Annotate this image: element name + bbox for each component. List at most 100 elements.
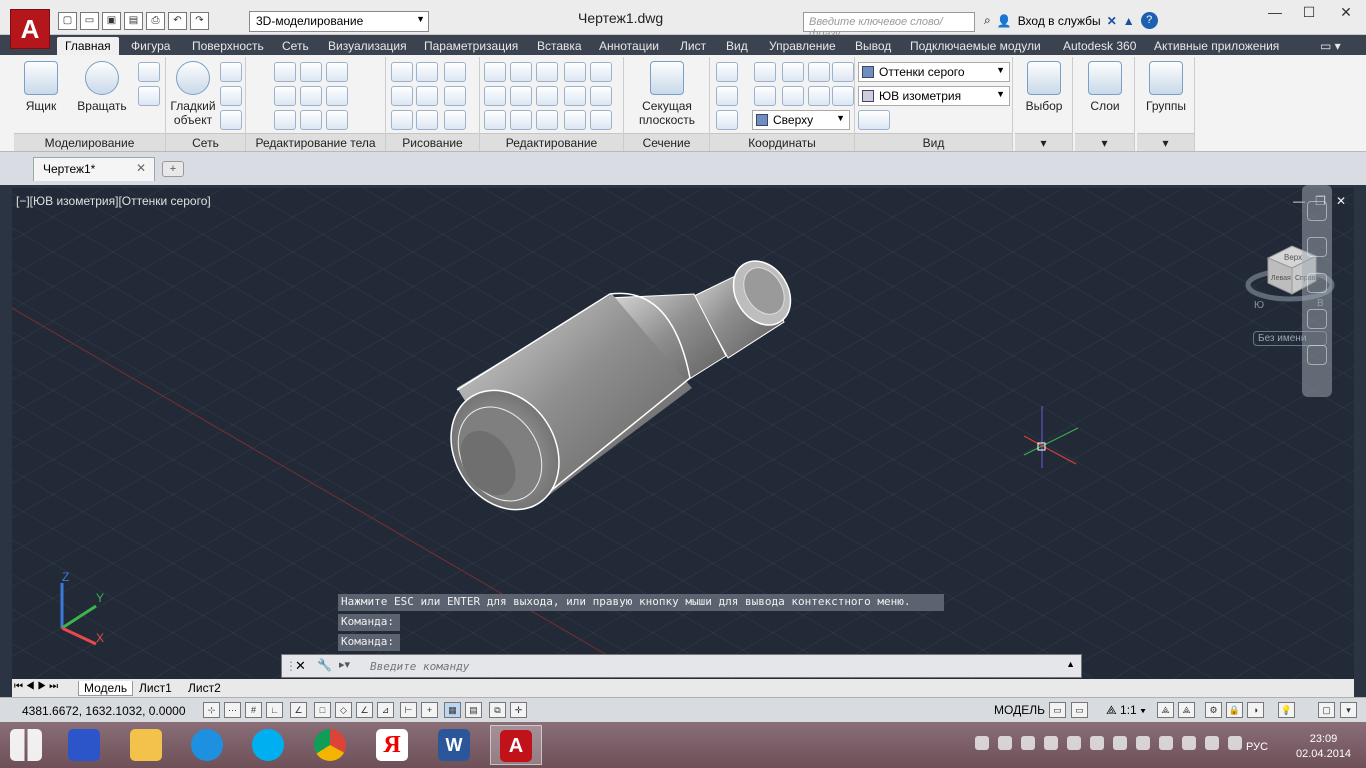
workspace-switch-icon[interactable]: ⚙: [1205, 702, 1222, 718]
layout-tab-model[interactable]: Модель: [78, 681, 134, 696]
3d-align-icon[interactable]: [484, 86, 506, 106]
tab-home[interactable]: Главная: [57, 37, 119, 55]
intersect-icon[interactable]: [274, 110, 296, 130]
taskbar-app-notepad[interactable]: [58, 725, 110, 765]
print-icon[interactable]: ⎙: [146, 12, 165, 30]
command-prompt-icon[interactable]: ▸▾: [339, 658, 350, 671]
annotation-scale[interactable]: ⟁ 1:1 ▾: [1106, 703, 1146, 718]
rotate-icon[interactable]: [536, 86, 558, 106]
connect-icon[interactable]: ▲: [1123, 14, 1135, 28]
tab-autodesk360[interactable]: Autodesk 360: [1055, 37, 1144, 55]
ucs-origin-icon[interactable]: [782, 62, 804, 82]
array-icon[interactable]: [590, 110, 612, 130]
tab-manage[interactable]: Управление: [761, 37, 844, 55]
tab-annotate[interactable]: Аннотации: [591, 37, 667, 55]
trim-icon[interactable]: [484, 62, 506, 82]
close-icon[interactable]: ✕: [295, 658, 306, 674]
tab-featured-apps[interactable]: Активные приложения: [1146, 37, 1287, 55]
ellipse-icon[interactable]: [444, 110, 466, 130]
osnap-icon[interactable]: □: [314, 702, 331, 718]
ucs-previous-icon[interactable]: [754, 86, 776, 106]
coordinates-readout[interactable]: 4381.6672, 1632.1032, 0.0000: [22, 704, 186, 718]
3dosnap-icon[interactable]: ◇: [335, 702, 352, 718]
ribbon-options-icon[interactable]: ▭ ▾: [1312, 37, 1349, 55]
ucs-world-icon[interactable]: [754, 62, 776, 82]
help-icon[interactable]: ?: [1140, 12, 1158, 29]
auto-scale-icon[interactable]: ⟁: [1178, 702, 1195, 718]
zoom-icon[interactable]: [1307, 273, 1327, 293]
quick-view-drawings-icon[interactable]: ▭: [1071, 702, 1088, 718]
tab-plugins[interactable]: Подключаемые модули: [902, 37, 1049, 55]
taskbar-app-yandex[interactable]: Я: [366, 725, 418, 765]
tab-parametric[interactable]: Параметризация: [416, 37, 526, 55]
signin-button[interactable]: Вход в службы: [1018, 14, 1101, 28]
ucs-icon[interactable]: [716, 62, 738, 82]
shell-icon[interactable]: [326, 110, 348, 130]
offset-icon[interactable]: [590, 86, 612, 106]
mesh-smooth-icon[interactable]: [220, 110, 242, 130]
volume-icon[interactable]: [1228, 736, 1242, 750]
language-indicator[interactable]: РУС: [1246, 741, 1268, 753]
ucs-z-icon[interactable]: [832, 86, 854, 106]
panel-label-draw[interactable]: Рисование: [386, 133, 479, 151]
search-input[interactable]: Введите ключевое слово/фразу: [803, 12, 975, 40]
polygon-icon[interactable]: [391, 110, 413, 130]
tray-app-icon[interactable]: [998, 736, 1012, 750]
union-icon[interactable]: [274, 62, 296, 82]
open-file-icon[interactable]: ▭: [80, 12, 99, 30]
snap-icon[interactable]: ⋯: [224, 702, 241, 718]
flag-icon[interactable]: [1113, 736, 1127, 750]
smooth-object-button[interactable]: Гладкий объект: [168, 61, 218, 127]
command-history-expand-icon[interactable]: ▲: [1066, 659, 1075, 669]
annotation-visibility-icon[interactable]: ⟁: [1157, 702, 1174, 718]
selection-button[interactable]: Выбор: [1017, 61, 1071, 113]
subtract-icon[interactable]: [274, 86, 296, 106]
grid-icon[interactable]: #: [245, 702, 262, 718]
mesh-refine-icon[interactable]: [220, 62, 242, 82]
taskbar-app-word[interactable]: W: [428, 725, 480, 765]
ucs-x-icon[interactable]: [782, 86, 804, 106]
fillet-icon[interactable]: [564, 62, 586, 82]
battery-icon[interactable]: [1136, 736, 1150, 750]
3d-rotate-icon[interactable]: [510, 62, 532, 82]
save-icon[interactable]: ▣: [102, 12, 121, 30]
line-icon[interactable]: [391, 62, 413, 82]
steering-wheel-icon[interactable]: [1307, 201, 1327, 221]
showmotion-icon[interactable]: [1307, 345, 1327, 365]
presspull-icon[interactable]: [138, 86, 160, 106]
visual-style-dropdown[interactable]: Оттенки серого ▼: [858, 62, 1010, 82]
orbit-icon[interactable]: [1307, 309, 1327, 329]
taskbar-app-ie[interactable]: [181, 725, 233, 765]
stretch-icon[interactable]: [564, 110, 586, 130]
dyn-icon[interactable]: ⊢: [400, 702, 417, 718]
tray-app-icon[interactable]: [1021, 736, 1035, 750]
network-icon[interactable]: [1182, 736, 1196, 750]
ducs-icon[interactable]: ⊿: [377, 702, 394, 718]
tray-app-icon[interactable]: [1205, 736, 1219, 750]
circle-icon[interactable]: [444, 86, 466, 106]
section-plane-button[interactable]: Секущая плоскость: [634, 61, 700, 127]
minimize-button[interactable]: —: [1258, 0, 1292, 26]
gizmo-icon[interactable]: ✛: [510, 702, 527, 718]
tab-layout[interactable]: Лист: [672, 37, 714, 55]
close-tab-icon[interactable]: ✕: [136, 161, 146, 175]
groups-button[interactable]: Группы: [1139, 61, 1193, 113]
panel-label-section[interactable]: Сечение: [624, 133, 709, 151]
binoculars-icon[interactable]: ⌕: [984, 13, 991, 28]
close-button[interactable]: ✕: [1326, 0, 1366, 26]
layout-tab-sheet2[interactable]: Лист2: [183, 681, 226, 695]
viewport-config-icon[interactable]: [858, 110, 890, 130]
spline-icon[interactable]: [391, 86, 413, 106]
3d-mirror-icon[interactable]: [510, 86, 532, 106]
layout-nav-icons[interactable]: ⏮ ◀ ▶ ⏭: [14, 681, 58, 692]
isolate-objects-icon[interactable]: 💡: [1278, 702, 1295, 718]
tray-app-icon[interactable]: [1044, 736, 1058, 750]
ortho-icon[interactable]: ∟: [266, 702, 283, 718]
tray-app-icon[interactable]: [1067, 736, 1081, 750]
ucs-named-icon[interactable]: [832, 62, 854, 82]
viewport-controls-label[interactable]: [−][ЮВ изометрия][Оттенки серого]: [16, 194, 211, 208]
command-input[interactable]: [370, 660, 970, 673]
save-as-icon[interactable]: ▤: [124, 12, 143, 30]
new-tab-button[interactable]: +: [162, 161, 184, 177]
layout-tab-sheet1[interactable]: Лист1: [134, 681, 177, 695]
